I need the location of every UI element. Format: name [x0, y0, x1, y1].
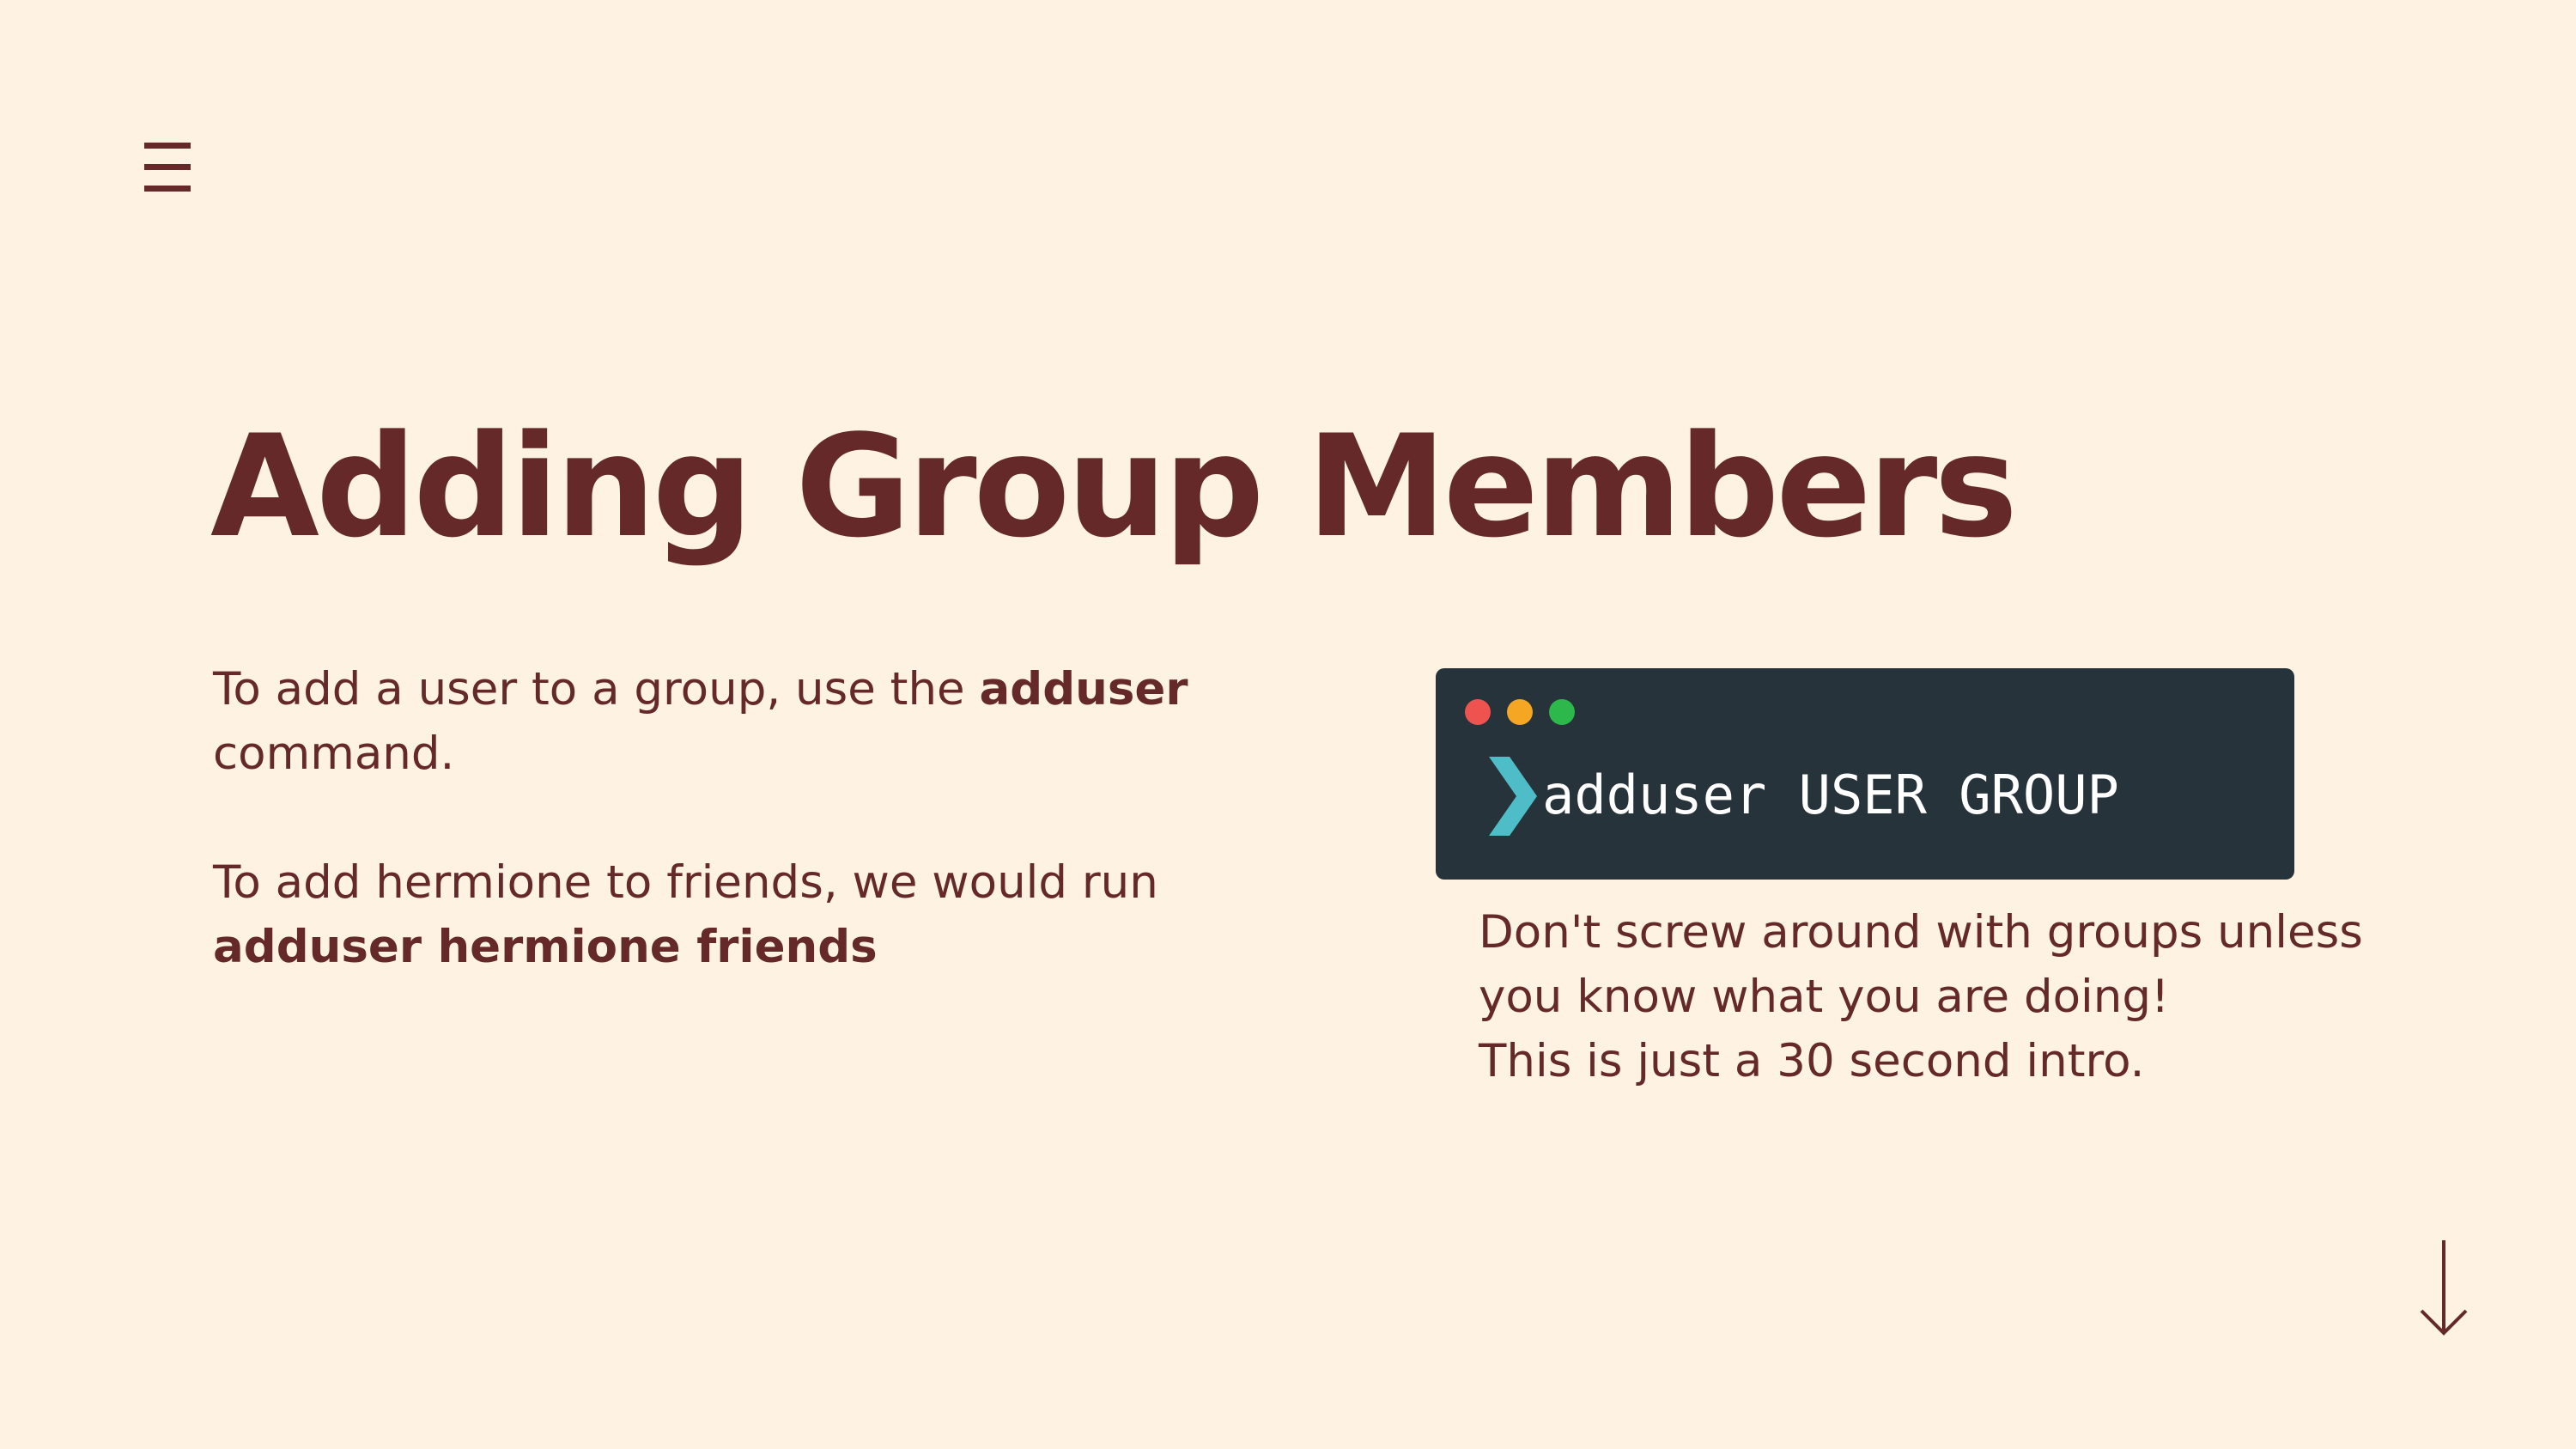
caption-line-2: you know what you are doing!: [1479, 971, 2170, 1023]
terminal-command: adduser USER GROUP: [1542, 764, 2119, 826]
scroll-down-button[interactable]: [2415, 1237, 2473, 1340]
maximize-dot-icon: [1549, 699, 1575, 725]
intro-text-line2: command.: [213, 728, 455, 780]
close-dot-icon: [1465, 699, 1491, 725]
adduser-keyword: adduser: [979, 663, 1188, 715]
example-paragraph: To add hermione to friends, we would run…: [213, 850, 1158, 979]
caption-line-1: Don't screw around with groups unless: [1479, 906, 2363, 959]
intro-text: To add a user to a group, use the: [213, 663, 980, 715]
terminal-window: adduser USER GROUP: [1436, 668, 2294, 880]
hamburger-menu-icon: [144, 143, 191, 192]
page-title: Adding Group Members: [210, 405, 2018, 569]
chevron-right-icon: [1489, 757, 1537, 836]
menu-button[interactable]: [137, 137, 197, 198]
minimize-dot-icon: [1507, 699, 1533, 725]
example-command: adduser hermione friends: [213, 921, 878, 973]
intro-paragraph: To add a user to a group, use the adduse…: [213, 657, 1188, 786]
arrow-down-icon: [2420, 1240, 2468, 1336]
warning-caption: Don't screw around with groups unless yo…: [1479, 900, 2363, 1093]
caption-line-3: This is just a 30 second intro.: [1479, 1035, 2145, 1087]
example-text: To add hermione to friends, we would run: [213, 856, 1158, 909]
